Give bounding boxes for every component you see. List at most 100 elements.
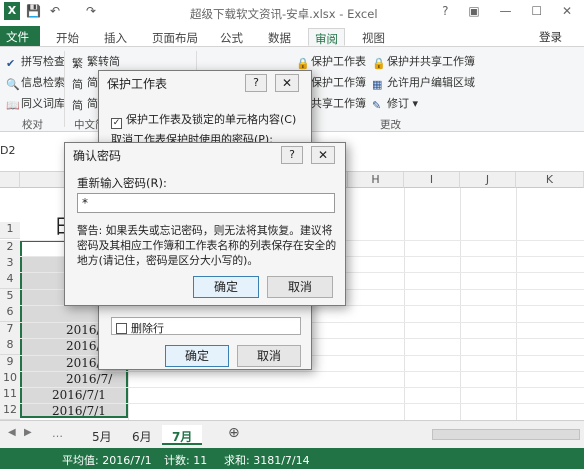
edit-range-icon: ▦ [372, 78, 383, 91]
tab-formulas[interactable]: 公式 [214, 28, 249, 46]
dialog-title: 确认密码 [73, 149, 122, 163]
ribbon-tabs: 文件 开始 插入 页面布局 公式 数据 审阅 视图 登录 [0, 26, 584, 46]
permission-list-item[interactable]: 删除行 [111, 317, 301, 335]
protect-locked-checkbox-row[interactable]: ✓ 保护工作表及锁定的单元格内容(C) [111, 111, 296, 129]
maximize-icon[interactable]: ☐ [531, 4, 550, 18]
dialog-title: 保护工作表 [107, 77, 168, 91]
row-header[interactable]: 12 [0, 403, 20, 420]
more-sheets-icon[interactable]: … [52, 427, 63, 440]
tab-home[interactable]: 开始 [50, 28, 85, 46]
row-header[interactable]: 3 [0, 256, 20, 273]
title-bar: X 💾 ↶ ↷ 超级下载软文资讯-安卓.xlsx - Excel ? ▣ — ☐… [0, 0, 584, 26]
select-all-corner[interactable] [0, 172, 20, 188]
checkbox[interactable] [116, 323, 127, 334]
warning-text: 警告: 如果丢失或忘记密码，则无法将其恢复。建议将密码及其相应工作簿和工作表名称… [77, 224, 337, 267]
sheet-tab-bar: ◀ ▶ … 5月 6月 7月 ⊕ [0, 420, 584, 448]
help-icon[interactable]: ? [245, 74, 267, 92]
password-input[interactable]: * [77, 193, 335, 213]
row-header[interactable]: 2 [0, 240, 20, 257]
sign-in-link[interactable]: 登录 [539, 29, 562, 45]
track-changes-icon: ✎ [372, 99, 382, 112]
tab-insert[interactable]: 插入 [98, 28, 133, 46]
horizontal-scrollbar[interactable] [432, 429, 580, 440]
help-icon[interactable]: ? [442, 4, 456, 18]
checkbox[interactable]: ✓ [111, 118, 122, 129]
row-header[interactable]: 7 [0, 322, 20, 339]
cell-b11[interactable]: 2016/7/1 [52, 388, 106, 402]
window-title: 超级下载软文资讯-安卓.xlsx - Excel [190, 7, 378, 21]
cell-b8[interactable]: 2016/ [66, 339, 101, 353]
spelling-button[interactable]: ✔ 拼写检查 [6, 53, 65, 70]
ok-button[interactable]: 确定 [165, 345, 229, 367]
column-header-k[interactable]: K [516, 172, 584, 188]
restore-icon[interactable]: ▣ [468, 4, 487, 18]
research-icon: 🔍 [6, 78, 20, 91]
thesaurus-icon: 📖 [6, 99, 20, 112]
confirm-password-dialog: 确认密码 ? ✕ 重新输入密码(R): * 警告: 如果丢失或忘记密码，则无法将… [64, 142, 346, 306]
chinese-convert-button[interactable]: 简简 [72, 95, 98, 112]
excel-logo-icon: X [4, 2, 20, 20]
column-header-h[interactable]: H [348, 172, 404, 188]
thesaurus-button[interactable]: 📖同义词库 [6, 95, 65, 112]
close-icon[interactable]: ✕ [275, 74, 299, 92]
spelling-icon: ✔ [6, 57, 16, 70]
trad-to-simp-button[interactable]: 繁繁转简 [72, 53, 120, 70]
lock-icon: 🔒 [296, 57, 310, 70]
tab-review[interactable]: 审阅 [308, 28, 345, 46]
convert-icon: 繁 [72, 57, 83, 70]
column-header-i[interactable]: I [404, 172, 460, 188]
name-box[interactable]: D2 [0, 144, 15, 157]
save-icon[interactable]: 💾 [26, 4, 41, 18]
scroll-left-icon[interactable]: ◀ [8, 427, 16, 438]
row-header[interactable]: 10 [0, 371, 20, 388]
cancel-button[interactable]: 取消 [237, 345, 301, 367]
cancel-button[interactable]: 取消 [267, 276, 333, 298]
sheet-tab-may[interactable]: 5月 [82, 425, 122, 445]
status-bar: 平均值: 2016/7/1 计数: 11 求和: 3181/7/14 [0, 448, 584, 469]
tab-view[interactable]: 视图 [356, 28, 391, 46]
row-header[interactable]: 9 [0, 355, 20, 372]
tab-page-layout[interactable]: 页面布局 [146, 28, 204, 46]
allow-edit-ranges-button[interactable]: ▦ 允许用户编辑区域 [372, 74, 475, 91]
sheet-tab-june[interactable]: 6月 [122, 425, 162, 445]
lock-icon: 🔒 [372, 57, 386, 70]
protect-share-button[interactable]: 🔒保护并共享工作簿 [372, 53, 475, 70]
group-label-changes: 更改 [380, 119, 401, 131]
window-controls: ? ▣ — ☐ ✕ [442, 4, 580, 18]
cell-b10[interactable]: 2016/7/ [66, 372, 112, 386]
protect-sheet-button[interactable]: 🔒保护工作表 [296, 53, 366, 70]
tab-data[interactable]: 数据 [262, 28, 297, 46]
cell-b7[interactable]: 2016/ [66, 323, 101, 337]
close-icon[interactable]: ✕ [562, 4, 580, 18]
grid-line [516, 188, 517, 420]
cell-b12[interactable]: 2016/7/1 [52, 404, 106, 418]
scroll-right-icon[interactable]: ▶ [24, 427, 32, 438]
convert-icon: 简 [72, 99, 83, 112]
status-count: 计数: 11 [164, 454, 208, 467]
help-icon[interactable]: ? [281, 146, 303, 164]
undo-icon[interactable]: ↶ [50, 4, 60, 18]
grid-line [404, 188, 405, 420]
add-sheet-icon[interactable]: ⊕ [228, 425, 240, 441]
row-header[interactable]: 1 [0, 222, 20, 239]
track-changes-button[interactable]: ✎ 修订 ▾ [372, 95, 418, 112]
ribbon-separator [64, 51, 65, 127]
close-icon[interactable]: ✕ [311, 146, 335, 164]
cell-b9[interactable]: 2016/ [66, 356, 101, 370]
minimize-icon[interactable]: — [500, 4, 520, 18]
row-header[interactable]: 5 [0, 289, 20, 306]
research-button[interactable]: 🔍信息检索 [6, 74, 65, 91]
simp-to-trad-button[interactable]: 简简 [72, 74, 98, 91]
redo-icon[interactable]: ↷ [86, 4, 96, 18]
row-header[interactable]: 6 [0, 305, 20, 322]
convert-icon: 简 [72, 78, 83, 91]
tab-file[interactable]: 文件 [0, 26, 40, 46]
status-sum: 求和: 3181/7/14 [224, 454, 310, 467]
sheet-tab-july[interactable]: 7月 [162, 425, 203, 445]
row-header[interactable]: 8 [0, 338, 20, 355]
row-header[interactable]: 4 [0, 272, 20, 289]
grid-line [460, 188, 461, 420]
row-header[interactable]: 11 [0, 387, 20, 404]
column-header-j[interactable]: J [460, 172, 516, 188]
ok-button[interactable]: 确定 [193, 276, 259, 298]
